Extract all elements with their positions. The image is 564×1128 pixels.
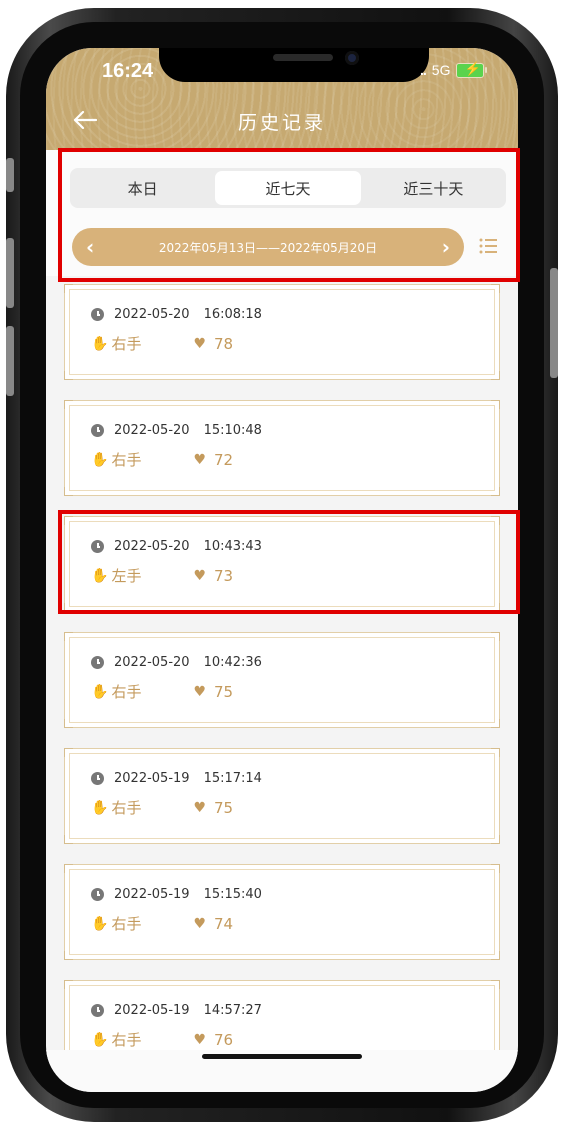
corner-ornament xyxy=(64,371,73,380)
clock-icon xyxy=(91,424,104,437)
power-button xyxy=(550,268,558,378)
record-datetime: 2022-05-19 15:17:14 xyxy=(91,771,262,786)
heart-icon: ♥ xyxy=(193,915,206,932)
record-hand: 右手 xyxy=(111,799,142,817)
hand-icon: ✋ xyxy=(91,799,109,816)
signal-icon: .. xyxy=(420,62,427,78)
status-indicators: .. 5G ⚡ xyxy=(420,60,488,78)
corner-ornament xyxy=(64,400,73,409)
record-card[interactable]: 2022-05-20 16:08:18 ✋ 右手 ♥ 78 xyxy=(64,284,500,380)
record-card[interactable]: 2022-05-20 10:42:36 ✋ 右手 ♥ 75 xyxy=(64,632,500,728)
hand-icon: ✋ xyxy=(91,683,109,700)
record-date: 2022-05-20 xyxy=(114,423,190,438)
volume-down-button xyxy=(6,326,14,396)
record-hand: 右手 xyxy=(111,451,142,469)
record-time: 15:17:14 xyxy=(203,771,262,786)
record-date: 2022-05-20 xyxy=(114,307,190,322)
record-hand: 右手 xyxy=(111,1031,142,1049)
record-details: ✋ 右手 ♥ 75 xyxy=(91,797,233,818)
front-camera xyxy=(345,51,359,65)
clock-icon xyxy=(91,888,104,901)
clock-icon xyxy=(91,656,104,669)
mute-switch xyxy=(6,158,14,192)
record-value: 76 xyxy=(214,1030,234,1049)
heart-icon: ♥ xyxy=(193,451,206,468)
notch xyxy=(159,48,429,82)
record-datetime: 2022-05-20 10:42:36 xyxy=(91,655,262,670)
corner-ornament xyxy=(64,719,73,728)
record-value: 75 xyxy=(214,682,234,701)
record-time: 10:42:36 xyxy=(203,655,262,670)
page-title: 历史记录 xyxy=(237,112,326,134)
corner-ornament xyxy=(491,371,500,380)
record-card[interactable]: 2022-05-20 15:10:48 ✋ 右手 ♥ 72 xyxy=(64,400,500,496)
record-time: 16:08:18 xyxy=(203,307,262,322)
corner-ornament xyxy=(64,632,73,641)
status-time: 16:24 xyxy=(102,60,154,82)
corner-ornament xyxy=(491,835,500,844)
clock-icon xyxy=(91,772,104,785)
record-value: 78 xyxy=(214,334,234,353)
record-datetime: 2022-05-20 15:10:48 xyxy=(91,423,262,438)
battery-icon: ⚡ xyxy=(456,60,488,78)
header: 16:24 .. 5G ⚡ 历史记录 xyxy=(46,48,518,150)
record-details: ✋ 右手 ♥ 72 xyxy=(91,449,233,470)
record-date: 2022-05-19 xyxy=(114,771,190,786)
clock-icon xyxy=(91,1004,104,1017)
clock-icon xyxy=(91,308,104,321)
record-datetime: 2022-05-20 16:08:18 xyxy=(91,307,262,322)
corner-ornament xyxy=(64,835,73,844)
corner-ornament xyxy=(491,980,500,989)
corner-ornament xyxy=(491,864,500,873)
hand-icon: ✋ xyxy=(91,335,109,352)
record-time: 15:15:40 xyxy=(203,887,262,902)
highlight-box-filter xyxy=(58,148,520,282)
corner-ornament xyxy=(64,487,73,496)
record-details: ✋ 右手 ♥ 78 xyxy=(91,333,233,354)
volume-up-button xyxy=(6,238,14,308)
corner-ornament xyxy=(491,487,500,496)
highlight-box-record xyxy=(58,510,520,614)
record-time: 14:57:27 xyxy=(203,1003,262,1018)
record-hand: 右手 xyxy=(111,683,142,701)
record-time: 15:10:48 xyxy=(203,423,262,438)
record-details: ✋ 右手 ♥ 75 xyxy=(91,681,233,702)
record-datetime: 2022-05-19 15:15:40 xyxy=(91,887,262,902)
network-type: 5G xyxy=(431,62,451,78)
home-indicator[interactable] xyxy=(202,1054,362,1059)
corner-ornament xyxy=(64,951,73,960)
record-details: ✋ 右手 ♥ 76 xyxy=(91,1029,233,1050)
record-date: 2022-05-20 xyxy=(114,655,190,670)
hand-icon: ✋ xyxy=(91,915,109,932)
hand-icon: ✋ xyxy=(91,1031,109,1048)
record-card[interactable]: 2022-05-19 15:17:14 ✋ 右手 ♥ 75 xyxy=(64,748,500,844)
corner-ornament xyxy=(491,284,500,293)
hand-icon: ✋ xyxy=(91,451,109,468)
speaker xyxy=(273,54,333,61)
corner-ornament xyxy=(64,748,73,757)
corner-ornament xyxy=(491,719,500,728)
record-card[interactable]: 2022-05-19 15:15:40 ✋ 右手 ♥ 74 xyxy=(64,864,500,960)
heart-icon: ♥ xyxy=(193,799,206,816)
charging-icon: ⚡ xyxy=(464,60,481,76)
corner-ornament xyxy=(64,864,73,873)
corner-ornament xyxy=(491,400,500,409)
record-value: 75 xyxy=(214,798,234,817)
record-date: 2022-05-19 xyxy=(114,887,190,902)
corner-ornament xyxy=(491,748,500,757)
record-hand: 右手 xyxy=(111,915,142,933)
record-hand: 右手 xyxy=(111,335,142,353)
record-datetime: 2022-05-19 14:57:27 xyxy=(91,1003,262,1018)
corner-ornament xyxy=(64,980,73,989)
record-details: ✋ 右手 ♥ 74 xyxy=(91,913,233,934)
heart-icon: ♥ xyxy=(193,335,206,352)
corner-ornament xyxy=(491,951,500,960)
record-date: 2022-05-19 xyxy=(114,1003,190,1018)
record-value: 72 xyxy=(214,450,234,469)
corner-ornament xyxy=(491,632,500,641)
corner-ornament xyxy=(64,284,73,293)
heart-icon: ♥ xyxy=(193,683,206,700)
heart-icon: ♥ xyxy=(193,1031,206,1048)
record-value: 74 xyxy=(214,914,234,933)
